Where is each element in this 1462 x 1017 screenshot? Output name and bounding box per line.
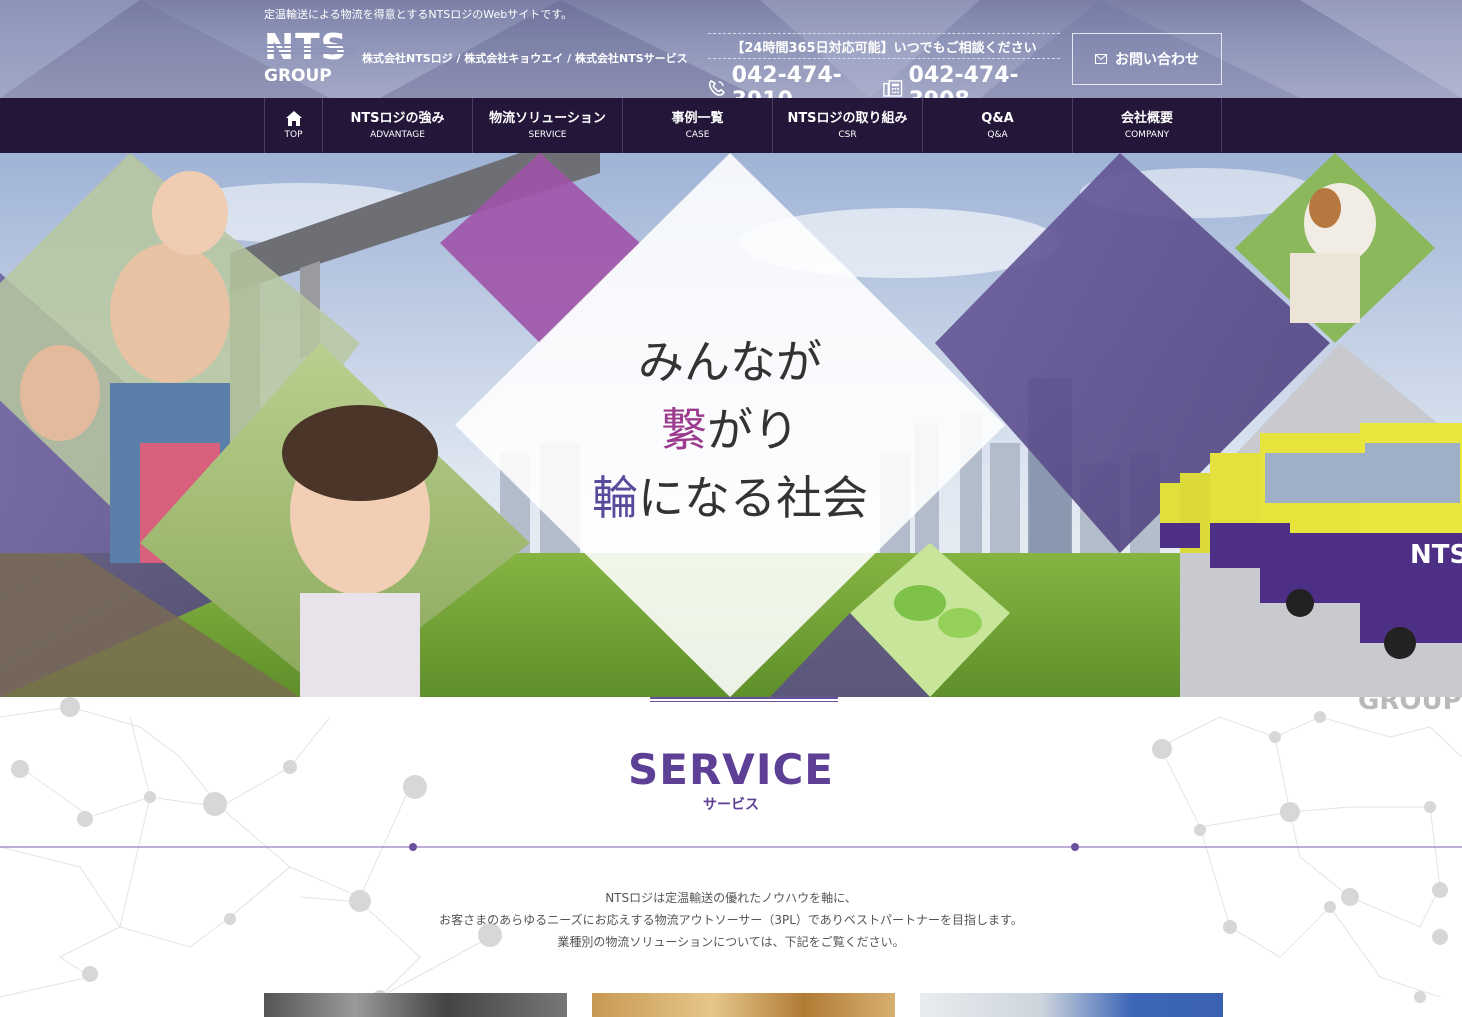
nav-sub-label: ADVANTAGE — [370, 129, 425, 140]
phone-number[interactable]: 042-474-3910 — [708, 63, 883, 98]
nav-label: 物流ソリューション — [489, 110, 606, 126]
hero-catchphrase: みんなが 繋がり 輪になる社会 — [560, 328, 900, 532]
nav-sub-label: COMPANY — [1124, 129, 1170, 140]
description-line: お客さまのあらゆるニーズにお応えする物流アウトソーサー（3PL）でありベストパー… — [439, 913, 1023, 927]
nav-sub-label: Q&A — [987, 129, 1008, 140]
fax-number: 042-474-3908 — [883, 63, 1060, 98]
logo-subtext: GROUP — [264, 66, 332, 86]
service-card-3[interactable] — [920, 993, 1223, 1017]
catch-line-1: みんなが — [638, 335, 822, 389]
nav-sub-label: CASE — [685, 129, 710, 140]
section-subtitle: サービス — [703, 797, 759, 813]
nav-label: Q&A — [981, 110, 1014, 126]
section-title: SERVICE — [628, 745, 834, 794]
nav-item-csr[interactable]: NTSロジの取り組み CSR — [772, 98, 922, 153]
contact-info: 【24時間365日対応可能】いつでもご相談ください 042-474-3910 0 — [708, 33, 1060, 98]
nav-item-service[interactable]: 物流ソリューション SERVICE — [472, 98, 622, 153]
fax-icon — [883, 80, 903, 97]
group-watermark: GROUP — [1358, 697, 1462, 716]
catch-accent-ring: 輪 — [592, 471, 638, 525]
nav-label: NTSロジの強み — [350, 110, 445, 126]
catch-line-3: 輪になる社会 — [560, 464, 900, 532]
catch-line-2: 繋がり — [560, 396, 900, 464]
rule-dot-right — [1071, 843, 1079, 851]
nav-item-qa[interactable]: Q&A Q&A — [922, 98, 1072, 153]
nav-sub-label: TOP — [284, 130, 303, 140]
service-section: GROUP SERVICE サービス NTSロジは定温輸送の優れたノウハウを軸に… — [0, 697, 1462, 1017]
contact-title: 【24時間365日対応可能】いつでもご相談ください — [731, 41, 1037, 56]
nav-item-top[interactable]: TOP — [264, 98, 322, 153]
site-tagline: 定温輸送による物流を得意とするNTSロジのWebサイトです。 — [264, 8, 573, 21]
phone-icon — [708, 79, 725, 96]
inquiry-button[interactable]: お問い合わせ — [1072, 33, 1222, 85]
nav-item-advantage[interactable]: NTSロジの強み ADVANTAGE — [322, 98, 472, 153]
group-companies: 株式会社NTSロジ / 株式会社キョウエイ / 株式会社NTSサービス — [362, 52, 688, 65]
site-header: 定温輸送による物流を得意とするNTSロジのWebサイトです。 NTS GROUP… — [0, 0, 1462, 98]
phone-number-text: 042-474-3910 — [731, 63, 842, 98]
catch-line-2-rest: がり — [707, 403, 799, 457]
fax-number-text: 042-474-3908 — [908, 63, 1019, 98]
nav-sub-label: SERVICE — [528, 129, 567, 140]
description-line: NTSロジは定温輸送の優れたノウハウを軸に、 — [605, 891, 857, 905]
section-description: NTSロジは定温輸送の優れたノウハウを軸に、 お客さまのあらゆるニーズにお応えす… — [0, 887, 1462, 953]
logo-stripes — [264, 44, 354, 56]
nav-item-case[interactable]: 事例一覧 CASE — [622, 98, 772, 153]
service-card-1[interactable] — [264, 993, 567, 1017]
section-tab-decoration — [650, 697, 838, 702]
nav-sub-label: CSR — [838, 129, 857, 140]
nav-label: NTSロジの取り組み — [787, 110, 908, 126]
rule-dot-left — [409, 843, 417, 851]
hero-visual: NTS みんなが 繋がり 輪になる社会 — [0, 153, 1462, 697]
truck-label: NTS — [1410, 540, 1462, 570]
catch-accent-connect: 繋 — [661, 403, 707, 457]
nav-item-company[interactable]: 会社概要 COMPANY — [1072, 98, 1222, 153]
home-icon — [285, 111, 302, 126]
service-card-2[interactable] — [592, 993, 895, 1017]
nav-label: 事例一覧 — [671, 110, 724, 126]
description-line: 業種別の物流ソリューションについては、下記をご覧ください。 — [557, 935, 905, 949]
mail-icon — [1095, 54, 1107, 64]
inquiry-label: お問い合わせ — [1115, 52, 1199, 68]
global-nav: TOP NTSロジの強み ADVANTAGE 物流ソリューション SERVICE… — [0, 98, 1462, 153]
nav-label: 会社概要 — [1120, 110, 1173, 126]
catch-line-3-rest: になる社会 — [638, 471, 868, 525]
nts-group-logo[interactable]: NTS GROUP — [264, 30, 354, 86]
divider — [708, 58, 1060, 59]
